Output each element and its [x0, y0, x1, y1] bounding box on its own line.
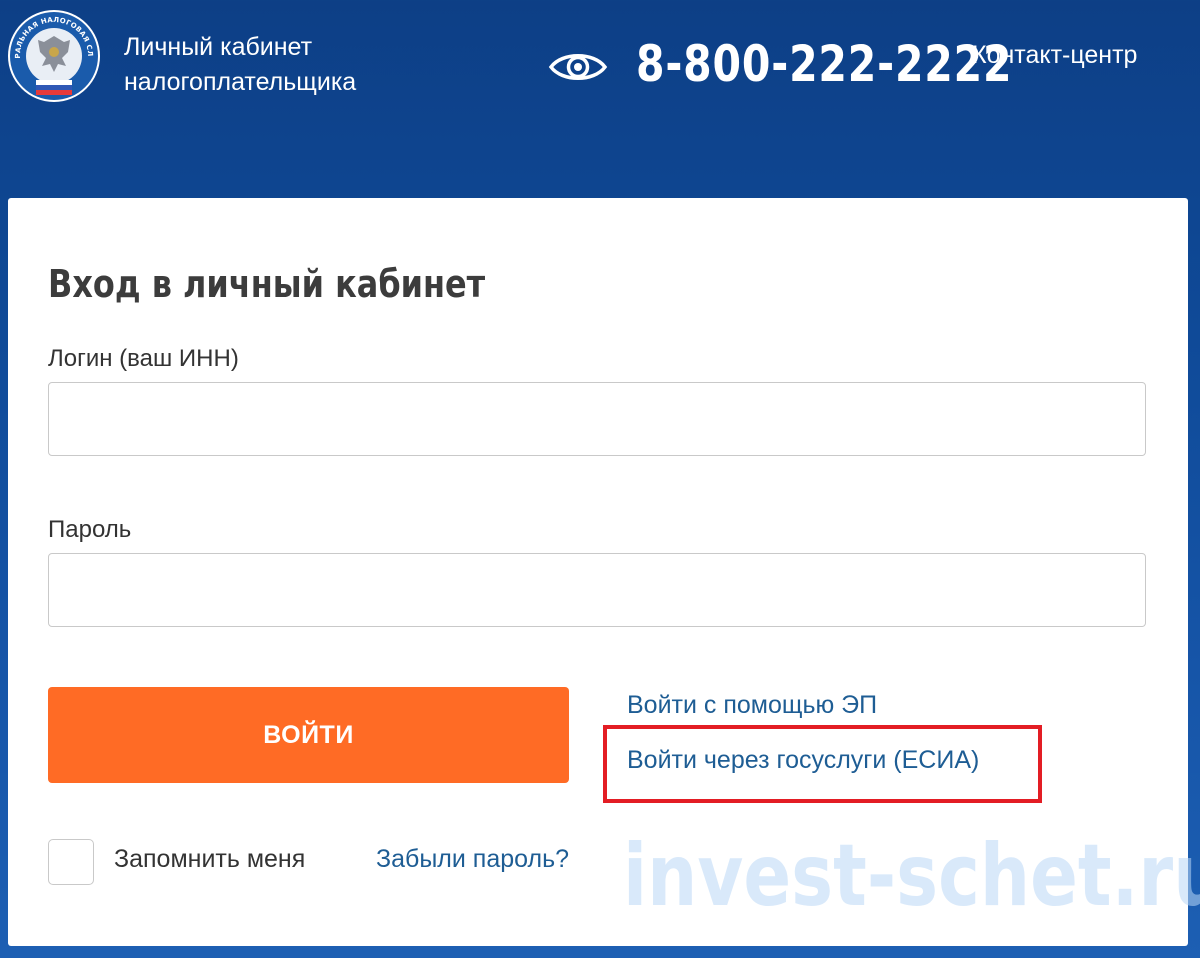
contact-center-link[interactable]: Контакт-центр: [972, 40, 1137, 70]
login-card: Вход в личный кабинет Логин (ваш ИНН) Па…: [8, 198, 1200, 946]
eye-icon[interactable]: [548, 48, 608, 86]
site-title[interactable]: Личный кабинет налогоплательщика: [124, 30, 356, 100]
site-title-line2: налогоплательщика: [124, 68, 357, 96]
phone-number[interactable]: 8-800-222-2222: [636, 34, 1012, 94]
header: ФЕДЕРАЛЬНАЯ НАЛОГОВАЯ СЛУЖБА Личный каби…: [0, 0, 1200, 200]
password-label: Пароль: [48, 516, 132, 543]
fns-emblem-icon[interactable]: ФЕДЕРАЛЬНАЯ НАЛОГОВАЯ СЛУЖБА: [6, 8, 102, 104]
login-button[interactable]: ВОЙТИ: [48, 687, 569, 783]
login-title: Вход в личный кабинет: [48, 262, 486, 306]
password-input[interactable]: [48, 553, 1146, 627]
remember-checkbox[interactable]: [48, 839, 94, 885]
login-input[interactable]: [48, 382, 1146, 456]
login-label: Логин (ваш ИНН): [48, 345, 239, 372]
forgot-password-link[interactable]: Забыли пароль?: [376, 844, 569, 874]
ep-login-link[interactable]: Войти с помощью ЭП: [627, 690, 877, 720]
watermark-text: invest-schet.ru: [623, 826, 1200, 926]
esia-login-link[interactable]: Войти через госуслуги (ЕСИА): [627, 745, 979, 775]
remember-label: Запомнить меня: [114, 845, 306, 873]
site-title-line1: Личный кабинет: [124, 33, 313, 61]
